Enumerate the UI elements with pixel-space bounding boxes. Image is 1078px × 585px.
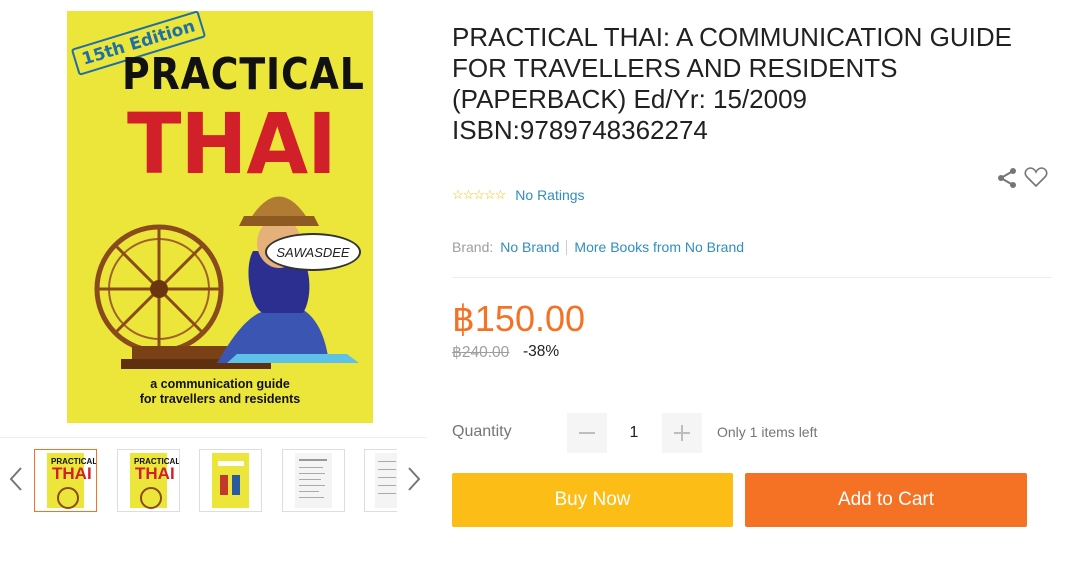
quantity-label: Quantity [452,423,512,440]
quantity-input[interactable]: 1 [611,413,657,453]
rating-stars: ☆☆☆☆☆ [452,187,506,202]
thumbnail-1[interactable]: PRACTICAL THAI [34,449,97,512]
quantity-increase-button[interactable] [662,413,702,453]
cover-illustration [94,196,359,369]
chevron-left-icon [9,467,22,491]
share-button[interactable] [995,166,1019,195]
thumbnail-next-button[interactable] [404,464,424,494]
stock-status: Only 1 items left [717,424,818,440]
brand-label: Brand: [452,239,494,255]
discount-percent: -38% [523,343,560,360]
wishlist-button[interactable] [1024,166,1048,193]
ratings-link[interactable]: No Ratings [515,187,584,203]
main-product-image[interactable]: 15th Edition PRACTICAL THAI SAWASDEE a c… [67,11,373,423]
thumbnail-prev-button[interactable] [6,464,26,494]
brand-link[interactable]: No Brand [500,239,559,255]
cover-subtitle: a communication guide for travellers and… [67,377,373,407]
more-from-brand-link[interactable]: More Books from No Brand [574,239,744,255]
brand-separator [566,239,568,255]
thumbnail-5[interactable] [364,449,397,512]
thumbnail-2[interactable]: PRACTICAL THAI [117,449,180,512]
minus-icon [579,432,595,434]
original-price: ฿240.00 [452,344,510,361]
cover-subtitle-line-2: for travellers and residents [139,392,301,406]
rating-row: ☆☆☆☆☆ No Ratings [452,187,585,203]
product-title: PRACTICAL THAI: A COMMUNICATION GUIDE FO… [452,22,1013,145]
brand-row: Brand: No Brand More Books from No Brand [452,239,744,255]
gallery-divider [0,437,427,438]
share-icon [998,168,1016,188]
thumbnail-4[interactable] [282,449,345,512]
section-divider [452,277,1052,278]
plus-icon [674,425,690,441]
heart-icon [1024,167,1048,188]
quantity-decrease-button[interactable] [567,413,607,453]
thumbnail-3[interactable] [199,449,262,512]
buy-now-button[interactable]: Buy Now [452,473,733,527]
cover-subtitle-line-1: a communication guide [150,377,290,391]
add-to-cart-button[interactable]: Add to Cart [745,473,1027,527]
cover-speech-bubble: SAWASDEE [265,233,361,271]
current-price: ฿150.00 [452,298,586,339]
chevron-right-icon [408,467,421,491]
product-gallery: 15th Edition PRACTICAL THAI SAWASDEE a c… [0,0,440,585]
